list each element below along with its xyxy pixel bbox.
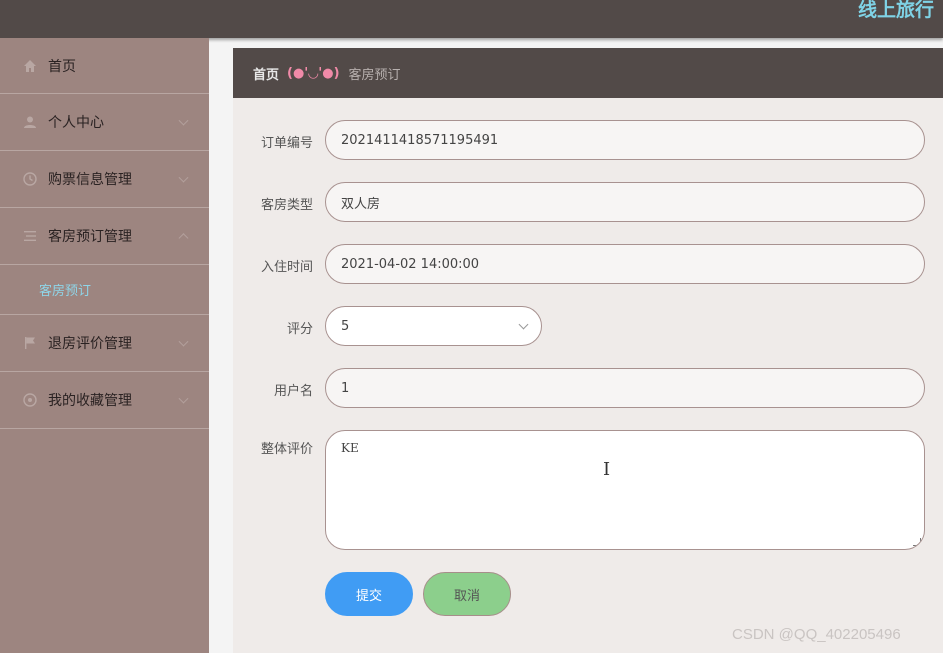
chevron-down-icon bbox=[178, 115, 189, 126]
rating-select[interactable]: 5 bbox=[325, 306, 542, 346]
sidebar-item-favorites-management[interactable]: 我的收藏管理 bbox=[0, 372, 209, 429]
sidebar: 首页 个人中心 购票信息管理 客房预订管理 客房预订 退房评价管理 我的收藏管理 bbox=[0, 38, 209, 653]
sidebar-item-label: 退房评价管理 bbox=[48, 336, 132, 352]
breadcrumb: 首页 (●'◡'●) 客房预订 bbox=[233, 48, 943, 98]
sidebar-item-label: 个人中心 bbox=[48, 115, 104, 131]
chevron-up-icon bbox=[178, 233, 189, 244]
chevron-down-icon bbox=[178, 393, 189, 404]
user-icon bbox=[22, 114, 38, 130]
review-textarea[interactable]: KE bbox=[325, 430, 925, 550]
room-type-label: 客房类型 bbox=[260, 198, 313, 213]
sidebar-item-checkout-review-management[interactable]: 退房评价管理 bbox=[0, 315, 209, 372]
list-icon bbox=[22, 228, 38, 244]
breadcrumb-home[interactable]: 首页 bbox=[253, 64, 279, 83]
chevron-down-icon bbox=[178, 172, 189, 183]
sidebar-item-room-booking-management[interactable]: 客房预订管理 bbox=[0, 208, 209, 265]
sidebar-item-profile[interactable]: 个人中心 bbox=[0, 94, 209, 151]
ticket-icon bbox=[22, 171, 38, 187]
sidebar-item-label: 购票信息管理 bbox=[48, 172, 132, 188]
username-input[interactable]: 1 bbox=[325, 368, 925, 408]
sidebar-item-label: 我的收藏管理 bbox=[48, 393, 132, 409]
flag-icon bbox=[22, 335, 38, 351]
username-label: 用户名 bbox=[273, 384, 313, 399]
top-bar: 线上旅行 bbox=[0, 0, 943, 38]
sidebar-item-label: 首页 bbox=[48, 58, 76, 75]
order-no-label: 订单编号 bbox=[260, 136, 313, 151]
order-no-input[interactable]: 2021411418571195491 bbox=[325, 120, 925, 160]
sidebar-item-ticket-management[interactable]: 购票信息管理 bbox=[0, 151, 209, 208]
app-title: 线上旅行 bbox=[858, 0, 935, 21]
review-text: KE bbox=[341, 441, 359, 455]
room-type-input[interactable]: 双人房 bbox=[325, 182, 925, 222]
watermark: CSDN @QQ_402205496 bbox=[732, 626, 901, 643]
sidebar-item-home[interactable]: 首页 bbox=[0, 38, 209, 94]
sidebar-subitem-room-booking[interactable]: 客房预订 bbox=[0, 265, 209, 315]
checkin-time-label: 入住时间 bbox=[260, 260, 313, 275]
review-label: 整体评价 bbox=[260, 442, 313, 457]
star-icon bbox=[22, 392, 38, 408]
submit-button[interactable]: 提交 bbox=[325, 572, 413, 616]
cancel-button[interactable]: 取消 bbox=[423, 572, 511, 616]
chevron-down-icon bbox=[178, 336, 189, 347]
sidebar-subitem-label: 客房预订 bbox=[39, 284, 92, 299]
home-icon bbox=[22, 58, 38, 74]
checkin-time-input[interactable]: 2021-04-02 14:00:00 bbox=[325, 244, 925, 284]
breadcrumb-separator: (●'◡'●) bbox=[287, 65, 340, 81]
sidebar-item-label: 客房预订管理 bbox=[48, 229, 132, 245]
chevron-down-icon bbox=[518, 319, 529, 330]
rating-label: 评分 bbox=[286, 322, 313, 337]
main-content: 首页 (●'◡'●) 客房预订 订单编号 2021411418571195491… bbox=[233, 48, 943, 653]
resize-handle-icon[interactable] bbox=[913, 538, 921, 546]
text-cursor-icon: I bbox=[603, 459, 611, 480]
rating-select-value: 5 bbox=[341, 318, 350, 334]
breadcrumb-current: 客房预订 bbox=[348, 67, 401, 83]
